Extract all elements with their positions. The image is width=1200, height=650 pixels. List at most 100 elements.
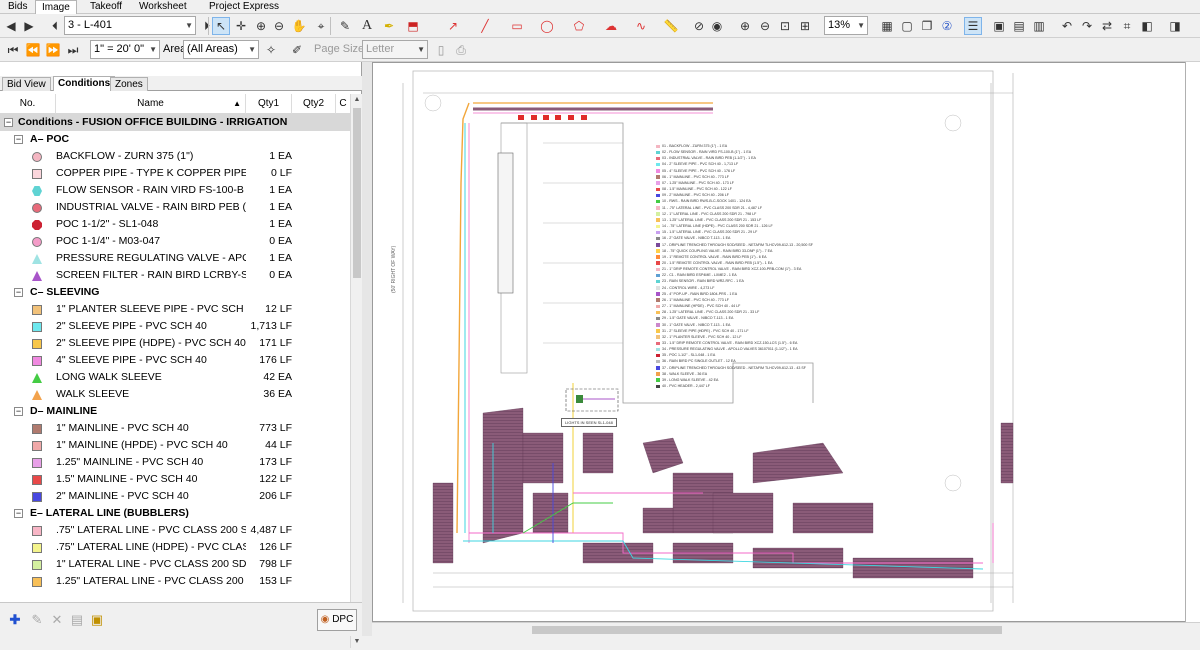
- condition-row[interactable]: FLOW SENSOR - RAIN VIRD FS-100-B (1") 1 E…: [0, 182, 350, 199]
- condition-row[interactable]: 4" SLEEVE PIPE - PVC SCH 40 176 LF: [0, 352, 350, 369]
- condition-row[interactable]: WALK SLEEVE 36 EA: [0, 386, 350, 403]
- conditions-scrollbar[interactable]: ▲ ▼: [350, 94, 362, 648]
- print-preview-icon[interactable]: ▯: [432, 41, 450, 59]
- condition-row[interactable]: 2" SLEEVE PIPE - PVC SCH 40 1,713 LF: [0, 318, 350, 335]
- tab-conditions[interactable]: Conditions: [53, 76, 116, 91]
- zoom-window-icon[interactable]: ⊕: [252, 17, 270, 35]
- condition-group-row[interactable]: − E– LATERAL LINE (BUBBLERS): [0, 505, 350, 522]
- page-size-select[interactable]: Letter ▼: [362, 40, 428, 59]
- last-page-icon[interactable]: ⏭: [64, 41, 82, 59]
- text-tool-icon[interactable]: A: [358, 17, 376, 35]
- annotation-icon[interactable]: ✎: [336, 17, 354, 35]
- menu-tab-image[interactable]: Image: [35, 0, 77, 14]
- first-page-icon[interactable]: ⏮: [4, 41, 22, 59]
- condition-row[interactable]: 1.25" LATERAL LINE - PVC CLASS 200 SDR 2…: [0, 573, 350, 590]
- polygon-tool-icon[interactable]: ⬠: [570, 17, 588, 35]
- rotate-left-icon[interactable]: ↶: [1058, 17, 1076, 35]
- condition-row[interactable]: 1" PLANTER SLEEVE PIPE - PVC SCH 40 12 LF: [0, 301, 350, 318]
- condition-row[interactable]: 1" LATERAL LINE - PVC CLASS 200 SDR 21 79…: [0, 556, 350, 573]
- collapse-toggle-icon[interactable]: −: [14, 288, 23, 297]
- collapse-toggle-icon[interactable]: −: [14, 509, 23, 518]
- menu-tab-worksheet[interactable]: Worksheet: [133, 0, 193, 14]
- condition-group-row[interactable]: − C– SLEEVING: [0, 284, 350, 301]
- condition-row[interactable]: LONG WALK SLEEVE 42 EA: [0, 369, 350, 386]
- drawing-canvas[interactable]: 01 - BACKFLOW - ZURN 375 (1") - 1 EA 02 -…: [372, 62, 1200, 622]
- condition-row[interactable]: INDUSTRIAL VALVE - RAIN BIRD PEB (1-1/2"…: [0, 199, 350, 216]
- image-tool-3-icon[interactable]: ▥: [1030, 17, 1048, 35]
- menu-tab-bids[interactable]: Bids: [2, 0, 33, 14]
- copy-condition-icon[interactable]: ▤: [68, 611, 86, 629]
- col-c[interactable]: C: [336, 94, 350, 114]
- col-name[interactable]: Name ▲: [56, 94, 246, 114]
- print-icon[interactable]: ⎙: [452, 41, 470, 59]
- condition-group-row[interactable]: − A– POC: [0, 131, 350, 148]
- show-markup-icon[interactable]: ◉: [708, 17, 726, 35]
- page-select[interactable]: 3 - L-401 ▼: [64, 16, 196, 35]
- condition-row[interactable]: BACKFLOW - ZURN 375 (1") 1 EA: [0, 148, 350, 165]
- condition-row[interactable]: 2" SLEEVE PIPE (HDPE) - PVC SCH 40 171 LF: [0, 335, 350, 352]
- col-qty1[interactable]: Qty1: [246, 94, 292, 114]
- freehand-tool-icon[interactable]: ∿: [632, 17, 650, 35]
- dpc-button[interactable]: ◉ DPC: [317, 609, 357, 631]
- arrow-tool-icon[interactable]: ↗: [444, 17, 462, 35]
- highlighter-icon[interactable]: ✒: [380, 17, 398, 35]
- menu-tab-takeoff[interactable]: Takeoff: [84, 0, 128, 14]
- condition-row[interactable]: 1.5" MAINLINE - PVC SCH 40 122 LF: [0, 471, 350, 488]
- zoom-fit-icon[interactable]: ⊡: [776, 17, 794, 35]
- crop-icon[interactable]: ⌗: [1118, 17, 1136, 35]
- tab-zones[interactable]: Zones: [110, 77, 148, 91]
- edit-condition-icon[interactable]: ✎: [28, 611, 46, 629]
- scroll-down-icon[interactable]: ▼: [351, 636, 363, 648]
- condition-row[interactable]: 1" MAINLINE - PVC SCH 40 773 LF: [0, 420, 350, 437]
- hide-markup-icon[interactable]: ⊘: [690, 17, 708, 35]
- zoom-in-icon[interactable]: ⊕: [736, 17, 754, 35]
- condition-root-row[interactable]: − Conditions - FUSION OFFICE BUILDING - I…: [0, 114, 350, 131]
- menu-tab-project-express[interactable]: Project Express: [203, 0, 285, 14]
- delete-condition-icon[interactable]: ✕: [48, 611, 66, 629]
- image-tool-2-icon[interactable]: ▤: [1010, 17, 1028, 35]
- scale-select[interactable]: 1" = 20' 0" ▼: [90, 40, 160, 59]
- list-view-icon[interactable]: ☰: [964, 17, 982, 35]
- back-icon[interactable]: ◀: [2, 17, 20, 35]
- collapse-toggle-icon[interactable]: −: [14, 135, 23, 144]
- condition-row[interactable]: COPPER PIPE - TYPE K COPPER PIPE (2") 0 L…: [0, 165, 350, 182]
- hscroll-thumb[interactable]: [532, 626, 1002, 634]
- scroll-thumb[interactable]: [353, 108, 361, 278]
- area-select[interactable]: (All Areas) ▼: [183, 40, 259, 59]
- condition-row[interactable]: 2" MAINLINE - PVC SCH 40 206 LF: [0, 488, 350, 505]
- rectangle-tool-icon[interactable]: ▭: [508, 17, 526, 35]
- area-tool-icon[interactable]: ✧: [262, 41, 280, 59]
- col-qty2[interactable]: Qty2: [292, 94, 336, 114]
- layout-grid-icon[interactable]: ▦: [878, 17, 896, 35]
- two-page-icon[interactable]: ②: [938, 17, 956, 35]
- stamp-icon[interactable]: ⬒: [404, 17, 422, 35]
- condition-row[interactable]: 1" MAINLINE (HPDE) - PVC SCH 40 44 LF: [0, 437, 350, 454]
- single-page-icon[interactable]: ▢: [898, 17, 916, 35]
- page-setup-icon[interactable]: ✐: [288, 41, 306, 59]
- prev-page-icon[interactable]: ⏴: [46, 17, 64, 35]
- condition-row[interactable]: 1.25" MAINLINE - PVC SCH 40 173 LF: [0, 454, 350, 471]
- pointer-tool-icon[interactable]: ↖: [212, 17, 230, 35]
- condition-group-row[interactable]: − D– MAINLINE: [0, 403, 350, 420]
- pan-hand-icon[interactable]: ✋: [290, 17, 308, 35]
- drawing-hscroll[interactable]: [372, 622, 1200, 636]
- crosshair-icon[interactable]: ✛: [232, 17, 250, 35]
- condition-row[interactable]: PRESSURE REGULATING VALVE - APOLLO V... 1…: [0, 250, 350, 267]
- flip-icon[interactable]: ⇄: [1098, 17, 1116, 35]
- page-back-icon[interactable]: ⏪: [24, 41, 42, 59]
- condition-row[interactable]: .75" LATERAL LINE - PVC CLASS 200 SDR 21…: [0, 522, 350, 539]
- zoom-out-window-icon[interactable]: ⊖: [270, 17, 288, 35]
- zoom-out-icon[interactable]: ⊖: [756, 17, 774, 35]
- collapse-toggle-icon[interactable]: −: [4, 118, 13, 127]
- zoom-width-icon[interactable]: ⊞: [796, 17, 814, 35]
- line-tool-icon[interactable]: ╱: [476, 17, 494, 35]
- ruler-tool-icon[interactable]: 📏: [662, 17, 680, 35]
- cloud-tool-icon[interactable]: ☁: [602, 17, 620, 35]
- page-forward-icon[interactable]: ⏩: [44, 41, 62, 59]
- tab-bid-view[interactable]: Bid View: [2, 77, 51, 91]
- condition-row[interactable]: SCREEN FILTER - RAIN BIRD LCRBY-S (1.5")…: [0, 267, 350, 284]
- overlay-icon[interactable]: ❐: [918, 17, 936, 35]
- add-condition-icon[interactable]: ✚: [6, 611, 24, 629]
- rotate-right-icon[interactable]: ↷: [1078, 17, 1096, 35]
- condition-row[interactable]: .75" LATERAL LINE (HDPE) - PVC CLASS 200…: [0, 539, 350, 556]
